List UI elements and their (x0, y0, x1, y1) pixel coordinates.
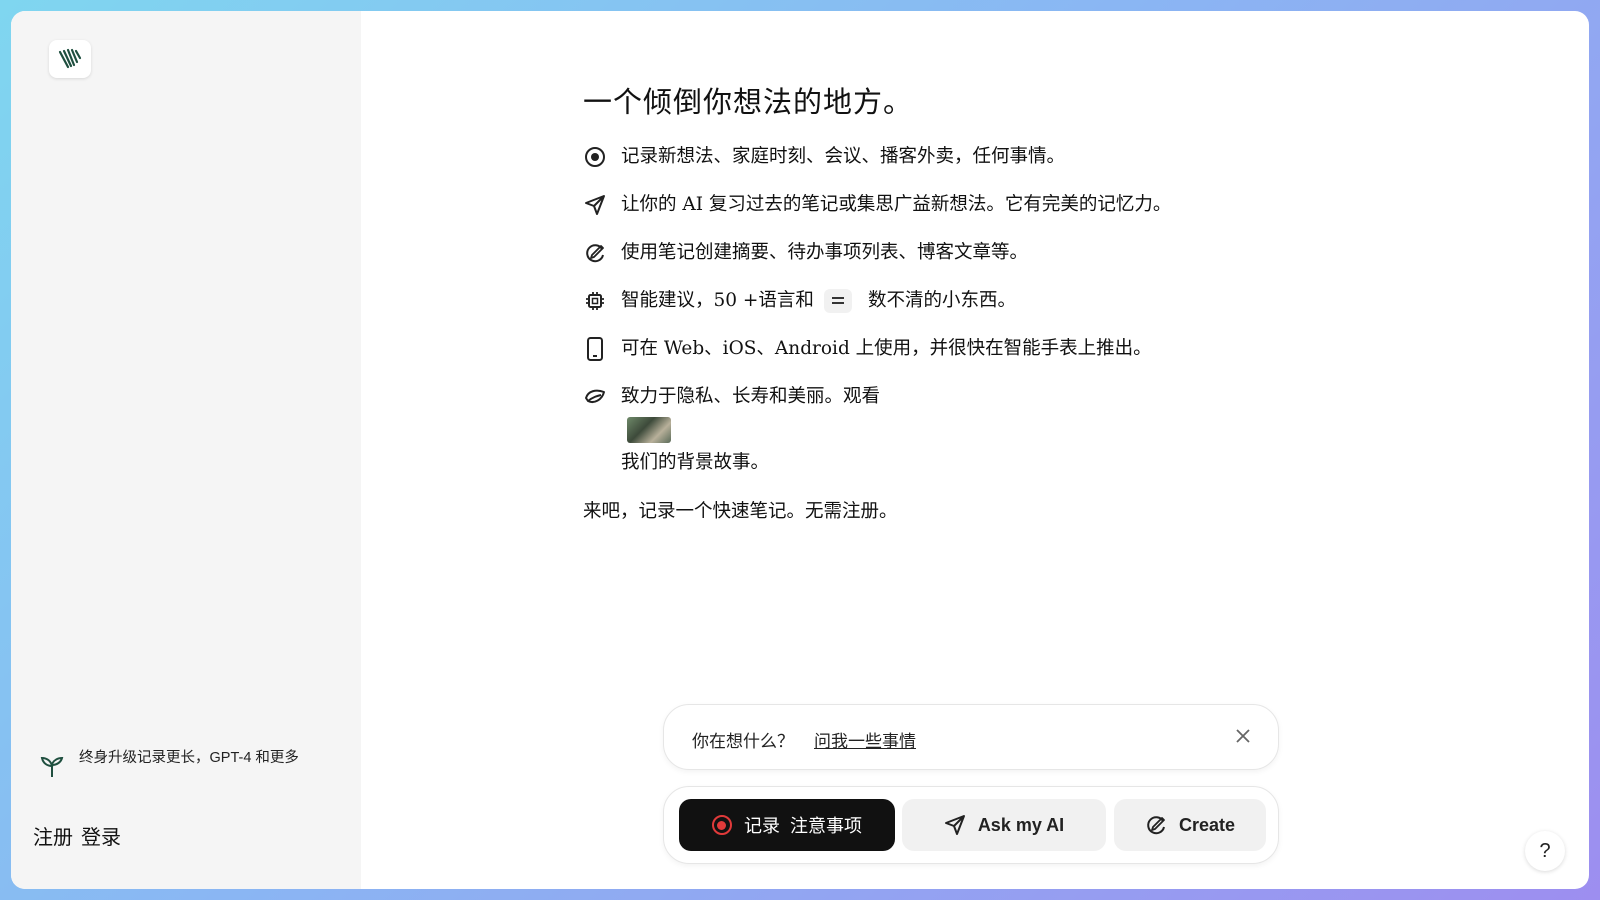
send-icon (583, 191, 607, 219)
create-icon (1147, 816, 1165, 835)
logo-icon (58, 48, 82, 69)
feature-item: 可在 Web、iOS、Android 上使用，并很快在智能手表上推出。 (583, 335, 1303, 363)
feature-text: 智能建议，50 +语言和 (621, 290, 814, 311)
upgrade-text: 终身升级记录更长，GPT-4 和更多 (79, 750, 299, 766)
feature-text: 可在 Web、iOS、Android 上使用，并很快在智能手表上推出。 (621, 338, 1152, 359)
backstory-link[interactable]: 我们的背景故事。 (621, 452, 769, 473)
closing-text: 来吧，记录一个快速笔记。无需注册。 (583, 501, 898, 522)
chip-icon (583, 287, 607, 315)
feature-text-tail: 数不清的小东西。 (867, 290, 1016, 311)
intro-content: 一个倾倒你想法的地方。 记录新想法、家庭时刻、会议、播客外卖，任何事情。 让你的… (583, 79, 1303, 523)
app-logo[interactable] (49, 40, 91, 78)
close-icon[interactable] (1234, 727, 1252, 745)
sprout-icon (40, 756, 64, 777)
record-label: 记录 注意事项 (743, 816, 862, 836)
signup-link[interactable]: 注册 (33, 825, 73, 849)
create-button[interactable]: Create (1114, 799, 1266, 851)
create-label: Create (1178, 814, 1236, 835)
emoji-chip-icon (823, 289, 852, 313)
app-window: 终身升级记录更长，GPT-4 和更多 注册 登录 一个倾倒你想法的地方。 记录新想… (11, 11, 1589, 889)
feature-item: 智能建议，50 +语言和 数不清的小东西。 (583, 287, 1303, 315)
leaf-icon (583, 383, 607, 411)
page-title: 一个倾倒你想法的地方。 (583, 85, 914, 119)
send-icon (944, 815, 965, 835)
ask-ai-label: Ask my AI (977, 814, 1065, 835)
feature-item: 记录新想法、家庭时刻、会议、播客外卖，任何事情。 (583, 143, 1303, 171)
feature-text: 致力于隐私、长寿和美丽。观看 (621, 386, 881, 407)
record-dot-icon (711, 815, 732, 835)
record-note-button[interactable]: 记录 注意事项 (679, 799, 895, 851)
feature-text: 使用笔记创建摘要、待办事项列表、博客文章等。 (621, 242, 1029, 263)
upgrade-banner[interactable]: 终身升级记录更长，GPT-4 和更多 (39, 749, 329, 779)
ask-me-link[interactable]: 问我一些事情 (814, 727, 916, 752)
feature-item: 使用笔记创建摘要、待办事项列表、博客文章等。 (583, 239, 1303, 267)
auth-links: 注册 登录 (33, 821, 129, 850)
record-icon (583, 143, 607, 171)
create-icon (583, 239, 607, 267)
prompt-question: 你在想什么？ (692, 732, 794, 752)
prompt-bar: 你在想什么？ 问我一些事情 (663, 704, 1279, 770)
phone-icon (583, 335, 607, 363)
video-thumbnail[interactable] (627, 417, 671, 443)
sidebar: 终身升级记录更长，GPT-4 和更多 注册 登录 (11, 11, 361, 889)
feature-item: 致力于隐私、长寿和美丽。观看 我们的背景故事。 (583, 383, 1303, 477)
help-button[interactable]: ? (1525, 831, 1565, 871)
login-link[interactable]: 登录 (81, 825, 121, 849)
feature-item: 让你的 AI 复习过去的笔记或集思广益新想法。它有完美的记忆力。 (583, 191, 1303, 219)
feature-text: 让你的 AI 复习过去的笔记或集思广益新想法。它有完美的记忆力。 (621, 194, 1172, 215)
feature-text: 记录新想法、家庭时刻、会议、播客外卖，任何事情。 (621, 146, 1066, 167)
action-bar: 记录 注意事项 Ask my AI Create (663, 786, 1279, 864)
main-panel: 一个倾倒你想法的地方。 记录新想法、家庭时刻、会议、播客外卖，任何事情。 让你的… (361, 11, 1589, 889)
ask-ai-button[interactable]: Ask my AI (902, 799, 1106, 851)
